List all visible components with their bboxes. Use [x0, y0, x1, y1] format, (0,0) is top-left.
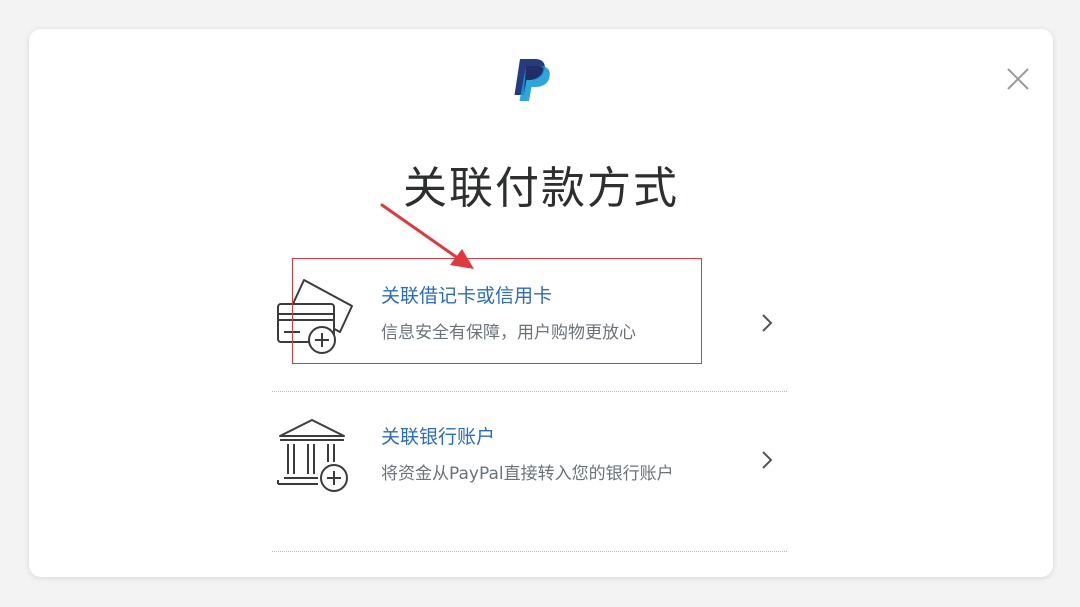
paypal-logo: [514, 59, 550, 101]
link-card-option[interactable]: 关联借记卡或信用卡 信息安全有保障，用户购物更放心: [272, 258, 787, 391]
chevron-right-icon: [762, 451, 773, 469]
payment-method-dialog: 关联付款方式 关联借记卡或信用卡 信息安全有保障，用户购物更放心 关联银行账户 …: [29, 29, 1053, 577]
link-bank-option[interactable]: 关联银行账户 将资金从PayPal直接转入您的银行账户: [272, 392, 787, 552]
link-bank-title: 关联银行账户: [381, 426, 496, 448]
bank-add-icon: [277, 419, 348, 492]
chevron-right-icon: [762, 314, 773, 332]
link-card-title: 关联借记卡或信用卡: [381, 285, 553, 307]
dialog-title: 关联付款方式: [403, 163, 679, 214]
option-divider: [272, 551, 787, 552]
link-bank-description: 将资金从PayPal直接转入您的银行账户: [381, 464, 674, 484]
link-card-description: 信息安全有保障，用户购物更放心: [381, 323, 636, 343]
close-icon[interactable]: [1005, 66, 1031, 92]
card-add-icon: [277, 279, 353, 354]
